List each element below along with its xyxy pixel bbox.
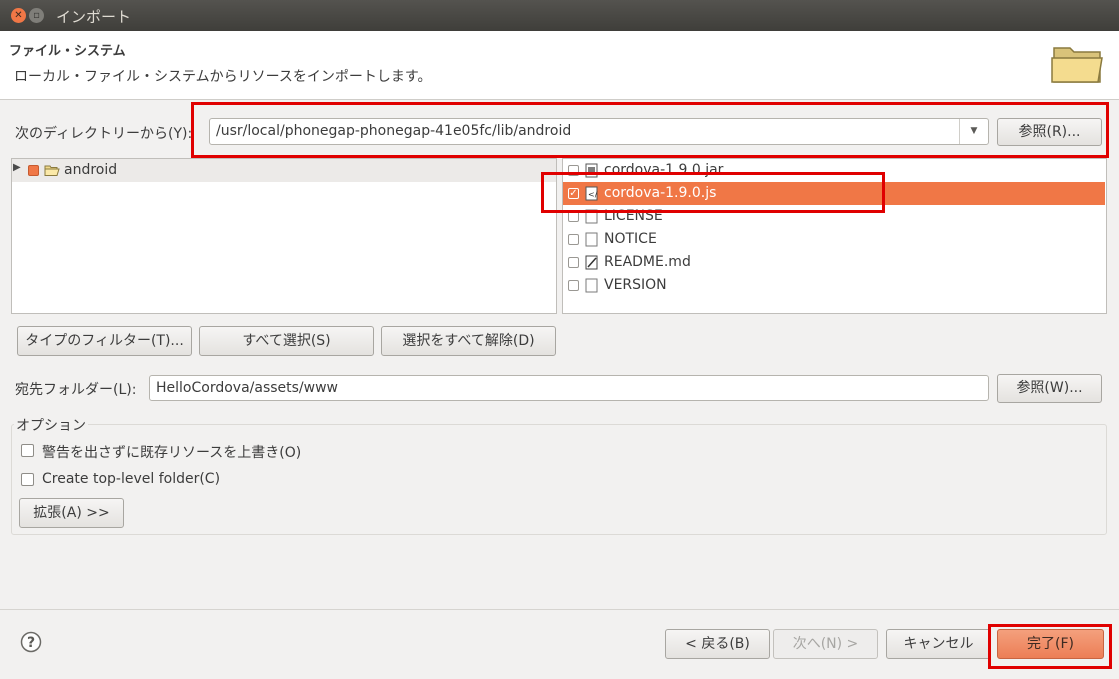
cancel-button[interactable]: キャンセル <box>886 629 991 659</box>
text-file-icon <box>585 209 598 224</box>
folder-open-icon <box>44 165 60 176</box>
jar-file-icon <box>585 163 598 178</box>
file-checkbox[interactable] <box>568 257 579 268</box>
file-checkbox[interactable] <box>568 165 579 176</box>
destination-folder-label: 宛先フォルダー(L): <box>15 382 137 398</box>
file-name: cordova-1.9.0.js <box>604 185 717 201</box>
file-row-version[interactable]: VERSION <box>563 274 1105 297</box>
overwrite-checkbox[interactable] <box>21 444 34 457</box>
file-name: cordova-1.9.0.jar <box>604 162 724 178</box>
page-title: ファイル・システム <box>9 44 126 59</box>
file-checkbox[interactable] <box>568 234 579 245</box>
wizard-header: ファイル・システム ローカル・ファイル・システムからリソースをインポートします。 <box>0 31 1119 100</box>
file-name: NOTICE <box>604 231 657 247</box>
svg-text:?: ? <box>27 635 35 651</box>
destination-folder-value: HelloCordova/assets/www <box>156 380 338 396</box>
file-row-cordova-jar[interactable]: cordova-1.9.0.jar <box>563 159 1105 182</box>
file-checkbox-checked[interactable]: ✓ <box>568 188 579 199</box>
tree-checkbox-partial[interactable] <box>28 165 39 176</box>
destination-folder-input[interactable]: HelloCordova/assets/www <box>149 375 989 401</box>
edit-file-icon <box>585 255 598 270</box>
footer-divider <box>0 609 1119 610</box>
dropdown-arrow-icon[interactable]: ▼ <box>959 119 988 144</box>
window-title: インポート <box>56 8 132 26</box>
filter-types-button[interactable]: タイプのフィルター(T)... <box>17 326 192 356</box>
file-checkbox[interactable] <box>568 211 579 222</box>
next-button[interactable]: 次へ(N) > <box>773 629 878 659</box>
title-bar: ✕ ▫ インポート <box>0 0 1119 31</box>
folder-tree-panel[interactable]: ▶ android <box>11 158 557 314</box>
expand-arrow-icon[interactable]: ▶ <box>13 162 21 173</box>
toplevel-folder-checkbox[interactable] <box>21 473 34 486</box>
deselect-all-button[interactable]: 選択をすべて解除(D) <box>381 326 556 356</box>
advanced-button[interactable]: 拡張(A) >> <box>19 498 124 528</box>
finish-button[interactable]: 完了(F) <box>997 629 1104 659</box>
close-window-button[interactable]: ✕ <box>11 8 26 23</box>
source-directory-label: 次のディレクトリーから(Y): <box>15 126 193 142</box>
select-all-button[interactable]: すべて選択(S) <box>199 326 374 356</box>
svg-text:</: </ <box>588 190 598 199</box>
file-row-notice[interactable]: NOTICE <box>563 228 1105 251</box>
text-file-icon <box>585 232 598 247</box>
browse-destination-button[interactable]: 参照(W)... <box>997 374 1102 403</box>
help-icon[interactable]: ? <box>20 631 42 653</box>
text-file-icon <box>585 278 598 293</box>
folder-icon <box>1051 47 1103 83</box>
js-file-icon: </ <box>585 186 598 201</box>
source-directory-combo[interactable]: /usr/local/phonegap-phonegap-41e05fc/lib… <box>209 118 989 145</box>
file-name: VERSION <box>604 277 667 293</box>
file-list-panel[interactable]: cordova-1.9.0.jar ✓ </ cordova-1.9.0.js … <box>562 158 1107 314</box>
file-row-cordova-js[interactable]: ✓ </ cordova-1.9.0.js <box>563 182 1105 205</box>
file-row-readme[interactable]: README.md <box>563 251 1105 274</box>
source-directory-value: /usr/local/phonegap-phonegap-41e05fc/lib… <box>216 123 572 139</box>
options-group-label: オプション <box>14 415 88 435</box>
page-description: ローカル・ファイル・システムからリソースをインポートします。 <box>14 69 432 85</box>
tree-item-android[interactable]: ▶ android <box>12 159 556 182</box>
tree-item-label: android <box>64 162 118 178</box>
overwrite-label[interactable]: 警告を出さずに既存リソースを上書き(O) <box>42 442 301 462</box>
file-name: LICENSE <box>604 208 663 224</box>
back-button[interactable]: < 戻る(B) <box>665 629 770 659</box>
file-checkbox[interactable] <box>568 280 579 291</box>
browse-source-button[interactable]: 参照(R)... <box>997 118 1102 146</box>
toplevel-folder-label[interactable]: Create top-level folder(C) <box>42 471 220 487</box>
maximize-window-button[interactable]: ▫ <box>29 8 44 23</box>
file-row-license[interactable]: LICENSE <box>563 205 1105 228</box>
file-name: README.md <box>604 254 691 270</box>
